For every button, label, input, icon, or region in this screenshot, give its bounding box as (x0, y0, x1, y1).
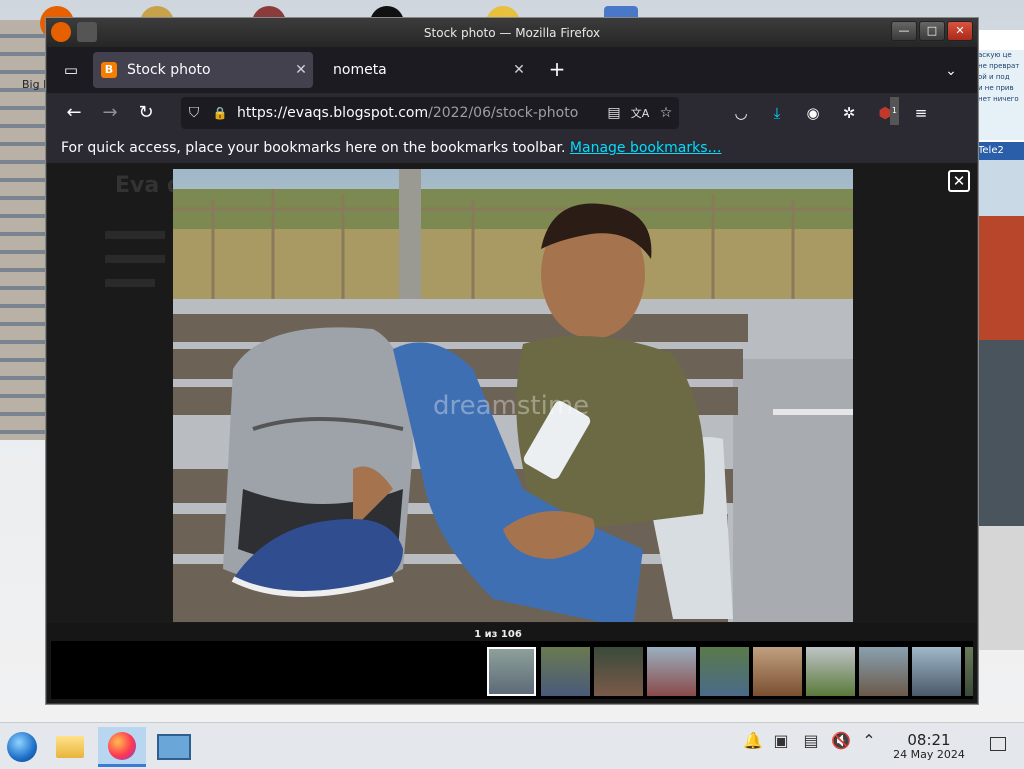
text-line (105, 255, 165, 263)
tracking-shield-icon[interactable]: ⛉ (181, 105, 207, 121)
thumbnail-3[interactable] (594, 647, 643, 696)
tab-label: nometa (333, 62, 387, 78)
minimize-button[interactable]: — (891, 21, 917, 41)
tab-list-icon[interactable]: ▭ (57, 56, 85, 84)
bookmarks-toolbar: For quick access, place your bookmarks h… (47, 133, 977, 163)
taskbar-file-manager[interactable] (48, 727, 92, 767)
text-line (105, 279, 155, 287)
forward-button[interactable]: → (95, 98, 125, 128)
close-tab-icon[interactable]: ✕ (289, 62, 313, 78)
back-button[interactable]: ← (59, 98, 89, 128)
thumbnail-strip[interactable] (51, 641, 973, 699)
text-line (105, 231, 165, 239)
thumbnail-10[interactable] (965, 647, 973, 696)
taskbar-firefox[interactable] (98, 727, 146, 767)
url-path: /2022/06/stock-photo (428, 105, 579, 121)
ublock-badge: 1 (889, 97, 899, 125)
lightbox-counter: 1 из 106 (474, 629, 522, 640)
thumbnail-9[interactable] (912, 647, 961, 696)
close-window-button[interactable]: ✕ (947, 21, 973, 41)
new-tab-button[interactable]: + (543, 56, 571, 84)
taskbar: 🔔 ▣ ▤ 🔇 ⌃ 08:21 24 May 2024 (0, 722, 1024, 769)
thumbnail-8[interactable] (859, 647, 908, 696)
manage-bookmarks-link[interactable]: Manage bookmarks… (570, 140, 722, 156)
lightbox-photo[interactable]: dreamstime (173, 169, 853, 622)
thumbnail-7[interactable] (806, 647, 855, 696)
folder-icon (56, 736, 84, 758)
pocket-icon[interactable]: ◡ (727, 99, 755, 127)
list-all-tabs-button[interactable]: ⌄ (937, 57, 965, 85)
tab-stock-photo[interactable]: B Stock photo ✕ (93, 52, 313, 88)
downloads-icon[interactable]: ⤓ (763, 99, 791, 127)
clock-date: 24 May 2024 (893, 748, 965, 761)
clock-time: 08:21 (907, 731, 951, 749)
reader-view-icon[interactable]: ▤ (601, 105, 627, 121)
app-menu-icon[interactable]: ≡ (907, 99, 935, 127)
desktop-background-right: аскую це не преврат ой и под и не прив н… (974, 30, 1024, 650)
window-titlebar[interactable]: Stock photo — Mozilla Firefox — □ ✕ (47, 19, 977, 47)
extensions-icon[interactable]: ✲ (835, 99, 863, 127)
bookmark-star-icon[interactable]: ☆ (653, 105, 679, 121)
billboard-brand: Tele2 (974, 142, 1024, 160)
taskbar-system-app[interactable] (152, 727, 196, 767)
tab-label: Stock photo (127, 62, 211, 78)
bell-icon[interactable]: 🔔 (742, 731, 764, 750)
photo-watermark: dreamstime (433, 391, 589, 421)
firefox-icon (51, 22, 71, 42)
blogger-favicon-icon: B (101, 62, 117, 78)
bookmarks-hint: For quick access, place your bookmarks h… (61, 140, 566, 156)
window-title: Stock photo — Mozilla Firefox (423, 26, 601, 40)
lock-icon[interactable]: 🔒 (207, 106, 233, 120)
thumbnail-4[interactable] (647, 647, 696, 696)
firefox-icon (108, 731, 136, 760)
tab-nometa[interactable]: nometa ✕ (321, 52, 531, 88)
page-content: Eva q dreamstime ✕ 1 из 106 (47, 163, 977, 703)
lightbox-close-icon[interactable]: ✕ (948, 170, 970, 192)
url-text[interactable]: https://evaqs.blogspot.com/2022/06/stock… (233, 105, 601, 121)
window-menu-icon[interactable] (77, 22, 97, 42)
thumbnail-2[interactable] (541, 647, 590, 696)
ublock-icon[interactable]: ⬢ 1 (871, 97, 899, 127)
url-bar[interactable]: ⛉ 🔒 https://evaqs.blogspot.com/2022/06/s… (181, 97, 679, 129)
mute-icon[interactable]: 🔇 (830, 731, 852, 750)
maximize-button[interactable]: □ (919, 21, 945, 41)
chevron-up-icon[interactable]: ⌃ (858, 731, 880, 750)
network-icon[interactable]: ▣ (770, 731, 792, 750)
nav-bar: ← → ↻ ⛉ 🔒 https://evaqs.blogspot.com/202… (47, 93, 977, 133)
firefox-window: Stock photo — Mozilla Firefox — □ ✕ ▭ B … (46, 18, 978, 704)
account-icon[interactable]: ◉ (799, 99, 827, 127)
url-host: https://evaqs.blogspot.com (237, 105, 429, 121)
thumbnail-6[interactable] (753, 647, 802, 696)
billboard-text: аскую це не преврат ой и под и не прив н… (978, 50, 1024, 140)
translate-icon[interactable]: 文A (627, 105, 653, 121)
thumbnail-1[interactable] (487, 647, 536, 696)
reload-button[interactable]: ↻ (131, 98, 161, 128)
thumbnail-5[interactable] (700, 647, 749, 696)
notifications-icon[interactable] (990, 737, 1006, 751)
clock[interactable]: 08:21 24 May 2024 (884, 732, 974, 762)
start-orb-icon (7, 732, 37, 762)
start-button[interactable] (0, 727, 44, 767)
close-tab-icon[interactable]: ✕ (507, 62, 531, 78)
monitor-icon (157, 734, 191, 760)
clipboard-icon[interactable]: ▤ (800, 731, 822, 750)
tab-strip: ▭ B Stock photo ✕ nometa ✕ + ⌄ (47, 47, 977, 93)
